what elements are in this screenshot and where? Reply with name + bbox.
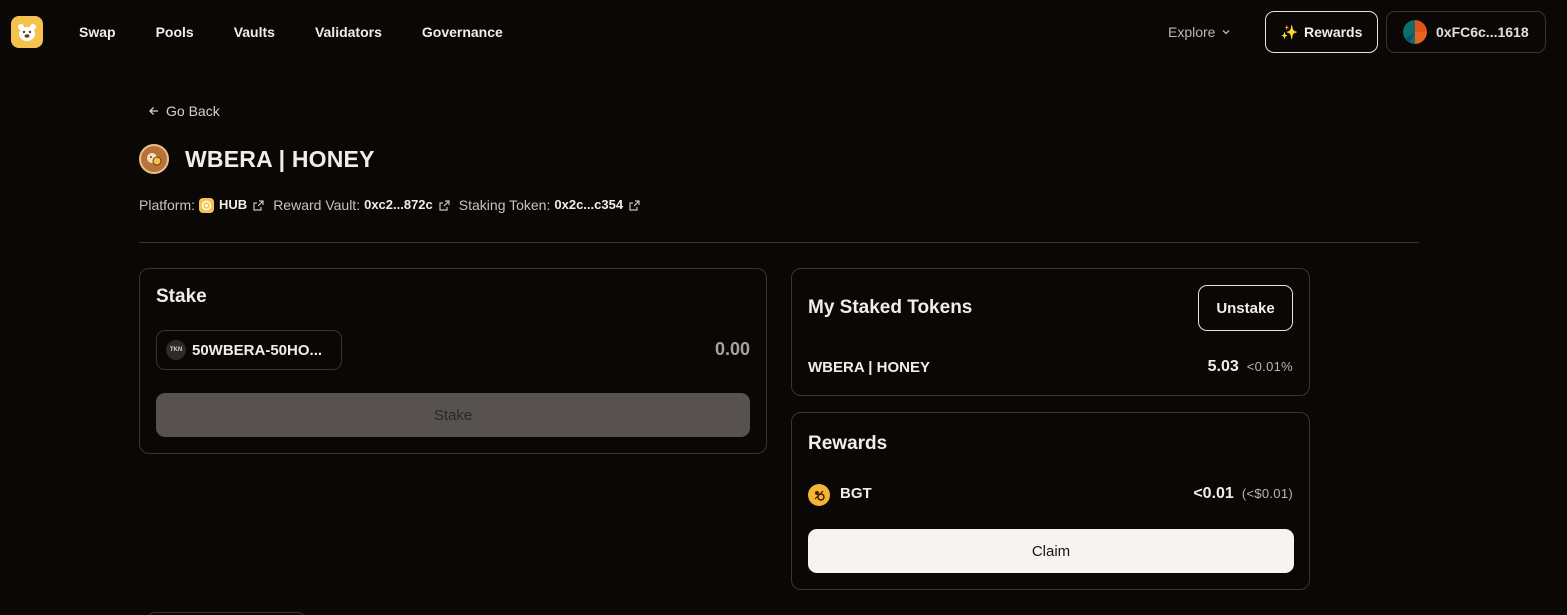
token-selector[interactable]: TKN 50WBERA-50HO...: [156, 330, 342, 370]
external-link-icon[interactable]: [252, 199, 265, 212]
vault-header: WBERA | HONEY: [139, 144, 375, 174]
explore-dropdown[interactable]: Explore: [1168, 22, 1231, 42]
reward-token-label: BGT: [840, 485, 872, 502]
stake-amount-input[interactable]: [550, 339, 750, 360]
nav-swap[interactable]: Swap: [79, 22, 116, 42]
staked-token-label: WBERA | HONEY: [808, 359, 930, 376]
staking-token-label: Staking Token:: [458, 197, 551, 213]
wallet-button[interactable]: 0xFC6c...1618: [1386, 11, 1546, 53]
chevron-down-icon: [1223, 30, 1230, 35]
nav-vaults[interactable]: Vaults: [234, 22, 275, 42]
reward-usd-value: (<$0.01): [1241, 486, 1293, 501]
wallet-address: 0xFC6c...1618: [1436, 24, 1529, 40]
wallet-avatar: [1403, 20, 1427, 44]
reward-amount-row: <0.01 (<$0.01): [1193, 485, 1293, 503]
reward-vault-label: Reward Vault:: [273, 197, 361, 213]
bgt-token-icon: [808, 484, 830, 506]
reward-vault-value[interactable]: 0xc2...872c: [364, 195, 433, 215]
unstake-button[interactable]: Unstake: [1198, 285, 1293, 331]
rewards-card: Rewards BGT <0.01 (<$0.01) Claim: [791, 412, 1310, 590]
hub-icon: [199, 197, 215, 213]
rewards-label: Rewards: [1304, 24, 1363, 40]
go-back-link[interactable]: Go Back: [148, 101, 220, 121]
stake-card-title: Stake: [156, 286, 207, 307]
staked-card-title: My Staked Tokens: [808, 297, 973, 318]
explore-label: Explore: [1168, 24, 1216, 40]
token-name: 50WBERA-50HO...: [192, 341, 323, 359]
main-nav: Swap Pools Vaults Validators Governance: [79, 22, 543, 42]
rewards-card-title: Rewards: [808, 433, 888, 454]
go-back-label: Go Back: [166, 103, 220, 119]
arrow-left-icon: [149, 107, 158, 115]
nav-validators[interactable]: Validators: [315, 22, 382, 42]
staked-share: <0.01%: [1246, 359, 1293, 374]
platform-label: Platform:: [139, 197, 196, 213]
external-link-icon[interactable]: [438, 199, 451, 212]
vault-meta: Platform: HUB Reward Vault: 0xc2...872c …: [139, 195, 649, 215]
sparkle-icon: ✨: [1280, 23, 1299, 40]
bear-logo-icon[interactable]: [11, 16, 43, 48]
top-navbar: Swap Pools Vaults Validators Governance …: [0, 0, 1567, 64]
rewards-button[interactable]: ✨ Rewards: [1265, 11, 1378, 53]
my-staked-tokens-card: My Staked Tokens Unstake WBERA | HONEY 5…: [791, 268, 1310, 396]
page-title: WBERA | HONEY: [185, 145, 375, 172]
stake-card: Stake TKN 50WBERA-50HO... Stake: [139, 268, 767, 454]
staked-amount: 5.03: [1207, 358, 1239, 375]
token-pair-icon: [139, 144, 169, 174]
reward-amount: <0.01: [1193, 485, 1234, 502]
token-icon: TKN: [166, 340, 186, 360]
staked-amount-row: 5.03 <0.01%: [1208, 358, 1293, 376]
stake-button[interactable]: Stake: [156, 393, 750, 437]
staking-token-value[interactable]: 0x2c...c354: [554, 195, 623, 215]
platform-value[interactable]: HUB: [219, 195, 247, 215]
nav-governance[interactable]: Governance: [422, 22, 503, 42]
claim-button[interactable]: Claim: [808, 529, 1294, 573]
external-link-icon[interactable]: [628, 199, 641, 212]
section-divider: [139, 242, 1419, 243]
nav-pools[interactable]: Pools: [156, 22, 194, 42]
